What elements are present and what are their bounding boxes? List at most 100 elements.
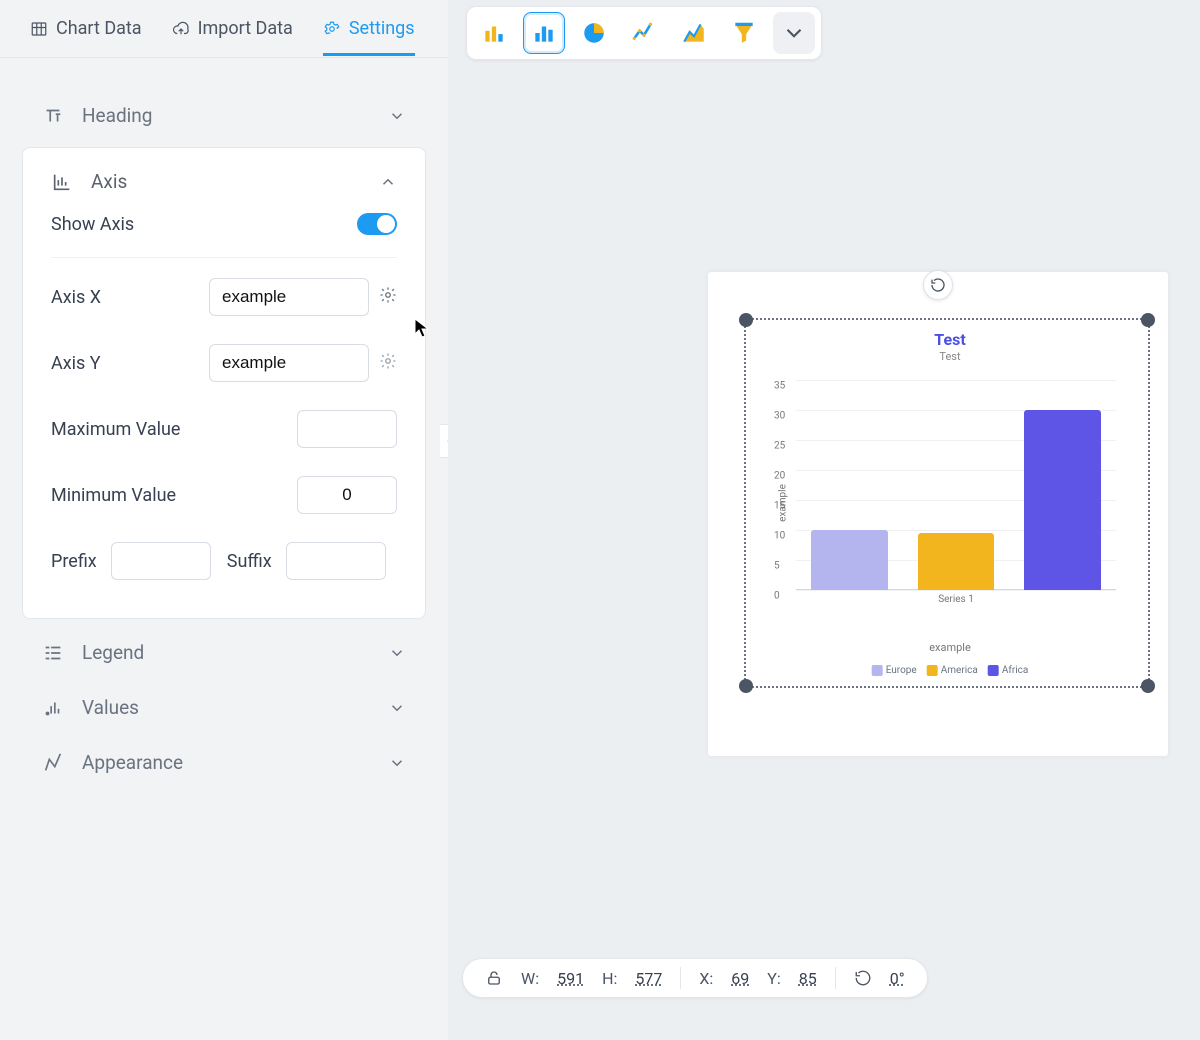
appearance-icon (42, 752, 64, 774)
x-axis-label: example (929, 641, 971, 654)
canvas[interactable]: Test Test example 05101520253035Series 1… (448, 0, 1200, 1040)
show-axis-toggle[interactable] (357, 213, 397, 235)
axis-y-label: Axis Y (51, 353, 181, 374)
tab-settings-label: Settings (349, 18, 415, 39)
section-legend-label: Legend (82, 641, 144, 664)
status-x-label: X: (699, 969, 713, 988)
tab-settings[interactable]: Settings (323, 18, 415, 56)
y-tick: 30 (774, 411, 785, 422)
chart-content: Test Test example 05101520253035Series 1… (762, 330, 1138, 676)
lock-icon[interactable] (485, 969, 503, 987)
resize-handle-br[interactable] (1141, 679, 1155, 693)
cloud-upload-icon (172, 20, 190, 38)
axis-x-settings-icon[interactable] (379, 286, 397, 308)
legend-item-america: America (927, 665, 978, 676)
status-w-label: W: (521, 969, 539, 988)
line-icon (631, 20, 657, 46)
resize-handle-tr[interactable] (1141, 313, 1155, 327)
section-values[interactable]: Values (22, 680, 426, 735)
y-tick: 10 (774, 531, 785, 542)
section-heading[interactable]: Heading (22, 88, 426, 143)
resize-handle-tl[interactable] (739, 313, 753, 327)
tab-import-data[interactable]: Import Data (172, 18, 293, 56)
section-values-label: Values (82, 696, 139, 719)
status-y-value[interactable]: 85 (799, 969, 817, 988)
bar-america (918, 533, 995, 590)
chart-type-more[interactable] (773, 12, 815, 54)
bar-europe (811, 530, 888, 590)
row-show-axis: Show Axis (51, 199, 397, 258)
min-value-input[interactable] (297, 476, 397, 514)
chevron-up-icon (379, 173, 397, 191)
max-value-input[interactable] (297, 410, 397, 448)
suffix-input[interactable] (286, 542, 386, 580)
chart-type-area[interactable] (673, 12, 715, 54)
rotate-icon (930, 277, 946, 293)
text-icon (42, 105, 64, 127)
y-tick: 20 (774, 471, 785, 482)
chart-type-toolbar (466, 6, 822, 60)
chart-type-bar[interactable] (523, 12, 565, 54)
chart-type-pie[interactable] (573, 12, 615, 54)
axis-y-settings-icon[interactable] (379, 352, 397, 374)
chevron-down-icon (781, 20, 807, 46)
rotate-handle[interactable] (923, 270, 953, 300)
section-legend[interactable]: Legend (22, 625, 426, 680)
y-tick: 25 (774, 441, 785, 452)
y-tick: 5 (774, 561, 780, 572)
axis-x-input[interactable] (209, 278, 369, 316)
show-axis-label: Show Axis (51, 214, 181, 235)
row-axis-x: Axis X (51, 264, 397, 330)
status-h-value[interactable]: 577 (635, 969, 662, 988)
status-y-label: Y: (767, 969, 780, 988)
chevron-down-icon (388, 644, 406, 662)
legend-swatch (927, 665, 938, 676)
section-appearance[interactable]: Appearance (22, 735, 426, 790)
legend-icon (42, 642, 64, 664)
chevron-down-icon (388, 107, 406, 125)
chart-title: Test (762, 330, 1138, 349)
chart-type-bar-grouped[interactable] (473, 12, 515, 54)
suffix-label: Suffix (227, 551, 272, 572)
gear-icon (323, 20, 341, 38)
area-icon (681, 20, 707, 46)
row-prefix-suffix: Prefix Suffix (51, 528, 397, 594)
tab-chart-data[interactable]: Chart Data (30, 18, 142, 56)
prefix-input[interactable] (111, 542, 211, 580)
row-min-value: Minimum Value (51, 462, 397, 528)
axis-y-input[interactable] (209, 344, 369, 382)
funnel-icon (731, 20, 757, 46)
status-w-value[interactable]: 591 (557, 969, 584, 988)
section-axis[interactable]: Axis (51, 170, 397, 199)
legend-swatch (872, 665, 883, 676)
section-heading-label: Heading (82, 104, 152, 127)
y-tick: 35 (774, 381, 785, 392)
status-bar: W: 591 H: 577 X: 69 Y: 85 0° (462, 958, 928, 998)
y-tick: 15 (774, 501, 785, 512)
chart-type-funnel[interactable] (723, 12, 765, 54)
chart-object[interactable]: Test Test example 05101520253035Series 1… (708, 272, 1168, 756)
row-axis-y: Axis Y (51, 330, 397, 396)
chart-type-line[interactable] (623, 12, 665, 54)
prefix-label: Prefix (51, 551, 97, 572)
legend-item-europe: Europe (872, 665, 917, 676)
legend-item-africa: Africa (988, 665, 1029, 676)
min-value-label: Minimum Value (51, 485, 251, 506)
y-tick: 0 (774, 591, 780, 602)
rotate-status-icon[interactable] (854, 969, 872, 987)
status-rot-value[interactable]: 0° (890, 969, 905, 988)
bar-grouped-icon (481, 20, 507, 46)
settings-sections: Heading Axis Show Axis Axis X (0, 58, 448, 820)
max-value-label: Maximum Value (51, 419, 251, 440)
pie-icon (581, 20, 607, 46)
bar-africa (1024, 410, 1101, 590)
tab-import-data-label: Import Data (198, 18, 293, 39)
bar-icon (531, 20, 557, 46)
section-appearance-label: Appearance (82, 751, 183, 774)
legend-swatch (988, 665, 999, 676)
category-label: Series 1 (938, 594, 974, 605)
section-axis-panel: Axis Show Axis Axis X Axis Y (22, 147, 426, 619)
resize-handle-bl[interactable] (739, 679, 753, 693)
status-x-value[interactable]: 69 (731, 969, 749, 988)
axis-icon (51, 171, 73, 193)
